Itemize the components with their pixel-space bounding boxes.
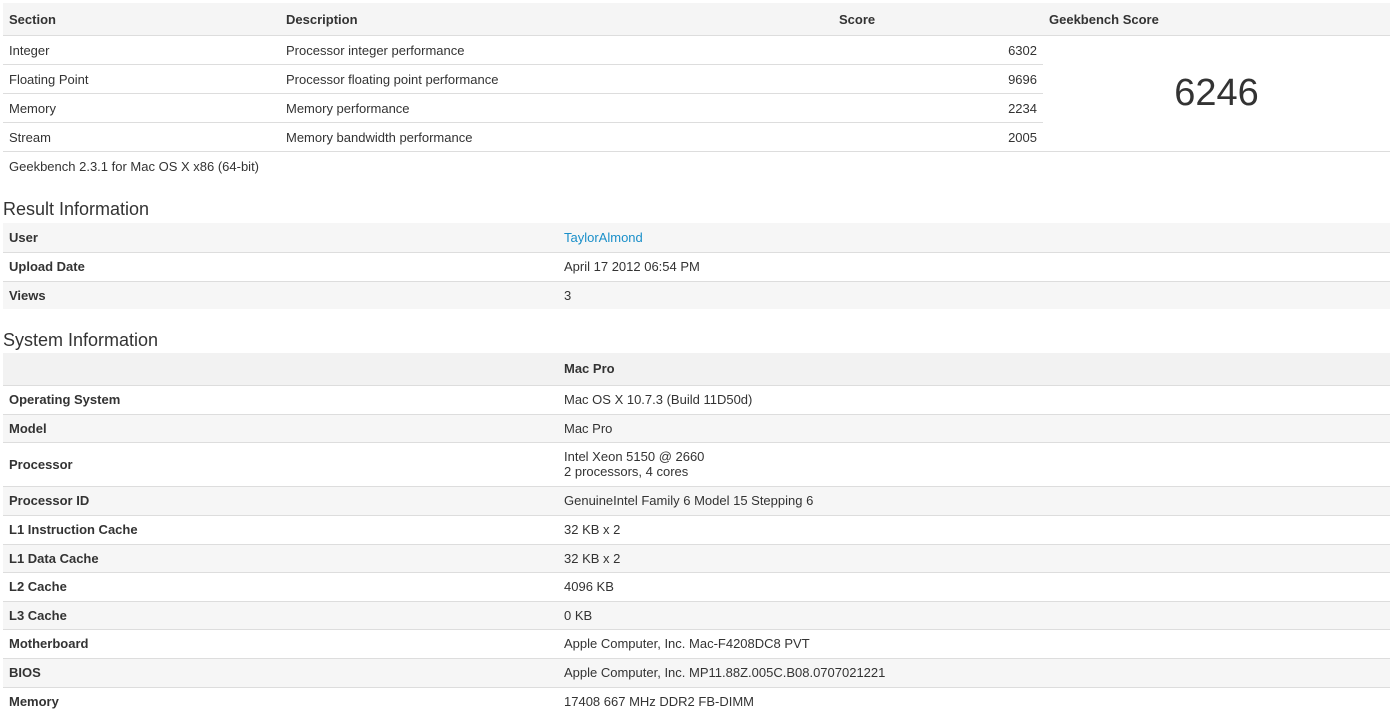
score-row-description: Processor integer performance bbox=[280, 35, 835, 65]
result-label: User bbox=[3, 223, 558, 253]
system-value: Mac Pro bbox=[558, 414, 1390, 443]
system-row: Processor Intel Xeon 5150 @ 2660 2 proce… bbox=[3, 442, 1390, 487]
system-value: 17408 667 MHz DDR2 FB-DIMM bbox=[564, 693, 754, 709]
system-label: L1 Data Cache bbox=[3, 544, 558, 573]
system-value: 0 KB bbox=[558, 601, 1390, 630]
score-row-value: 9696 bbox=[835, 64, 1043, 94]
score-row-value: 2234 bbox=[835, 93, 1043, 123]
score-row-description: Memory performance bbox=[280, 93, 835, 123]
system-value: Apple Computer, Inc. Mac-F4208DC8 PVT bbox=[558, 629, 1390, 659]
score-row-section: Memory bbox=[3, 93, 280, 123]
system-row: L3 Cache 0 KB bbox=[3, 601, 1390, 630]
geekbench-total-score: 6246 bbox=[1043, 35, 1390, 152]
score-row-value: 2005 bbox=[835, 122, 1043, 152]
system-row: BIOS Apple Computer, Inc. MP11.88Z.005C.… bbox=[3, 658, 1390, 688]
result-information-table: User TaylorAlmond Upload Date April 17 2… bbox=[3, 223, 1390, 309]
system-label: L2 Cache bbox=[3, 572, 558, 602]
processor-value: Intel Xeon 5150 @ 2660 bbox=[564, 449, 705, 464]
system-label: Processor ID bbox=[3, 486, 558, 516]
result-value: TaylorAlmond bbox=[558, 223, 1390, 253]
result-row-user: User TaylorAlmond bbox=[3, 223, 1390, 253]
system-value: 32 KB x 2 bbox=[558, 544, 1390, 573]
system-value: Mac OS X 10.7.3 (Build 11D50d) bbox=[558, 385, 1390, 415]
score-table: Section Description Score Geekbench Scor… bbox=[3, 3, 1390, 180]
system-label: Model bbox=[3, 414, 558, 443]
score-table-footer: Geekbench 2.3.1 for Mac OS X x86 (64-bit… bbox=[3, 152, 1390, 181]
system-row: L1 Instruction Cache 32 KB x 2 bbox=[3, 515, 1390, 545]
result-label: Upload Date bbox=[3, 252, 558, 282]
score-row-section: Floating Point bbox=[3, 64, 280, 94]
system-value: Apple Computer, Inc. MP11.88Z.005C.B08.0… bbox=[558, 658, 1390, 688]
system-value: Intel Xeon 5150 @ 2660 2 processors, 4 c… bbox=[558, 442, 1390, 487]
result-information-title: Result Information bbox=[3, 199, 150, 219]
result-label: Views bbox=[3, 281, 558, 309]
score-row-section: Integer bbox=[3, 35, 280, 65]
score-row: Integer Processor integer performance 63… bbox=[3, 35, 1390, 152]
system-label: Motherboard bbox=[3, 629, 558, 659]
system-value: 4096 KB bbox=[558, 572, 1390, 602]
user-link[interactable]: TaylorAlmond bbox=[564, 230, 643, 245]
score-row-description: Processor floating point performance bbox=[280, 64, 835, 94]
system-row: Operating System Mac OS X 10.7.3 (Build … bbox=[3, 385, 1390, 415]
description-header: Description bbox=[280, 3, 835, 36]
page: Section Description Score Geekbench Scor… bbox=[0, 0, 1396, 714]
system-information-table: Mac Pro Operating System Mac OS X 10.7.3… bbox=[3, 353, 1390, 714]
geekbench-version: Geekbench 2.3.1 for Mac OS X x86 (64-bit… bbox=[9, 158, 260, 174]
system-label: Memory bbox=[9, 693, 59, 709]
score-row-section: Stream bbox=[3, 122, 280, 152]
system-label: L1 Instruction Cache bbox=[3, 515, 558, 545]
system-information-title: System Information bbox=[3, 330, 159, 350]
system-row: L1 Data Cache 32 KB x 2 bbox=[3, 544, 1390, 573]
system-row: L2 Cache 4096 KB bbox=[3, 572, 1390, 602]
system-value: 32 KB x 2 bbox=[558, 515, 1390, 545]
system-label: Operating System bbox=[3, 385, 558, 415]
system-header-value: Mac Pro bbox=[558, 353, 1390, 386]
system-label: L3 Cache bbox=[3, 601, 558, 630]
processor-cores: 2 processors, 4 cores bbox=[564, 464, 689, 479]
result-value: April 17 2012 06:54 PM bbox=[558, 252, 1390, 282]
system-row: Model Mac Pro bbox=[3, 414, 1390, 443]
system-header-empty bbox=[3, 353, 558, 386]
geekbench-score-header: Geekbench Score bbox=[1043, 3, 1390, 36]
system-label: Processor bbox=[3, 442, 558, 487]
score-header: Score bbox=[835, 3, 1043, 36]
section-header: Section bbox=[3, 3, 280, 36]
system-row: Motherboard Apple Computer, Inc. Mac-F42… bbox=[3, 629, 1390, 659]
system-row: Memory 17408 667 MHz DDR2 FB-DIMM bbox=[3, 687, 1390, 714]
score-table-header: Section Description Score Geekbench Scor… bbox=[3, 3, 1390, 36]
system-header-row: Mac Pro bbox=[3, 353, 1390, 386]
system-label: BIOS bbox=[3, 658, 558, 688]
result-row-upload-date: Upload Date April 17 2012 06:54 PM bbox=[3, 252, 1390, 282]
system-value: GenuineIntel Family 6 Model 15 Stepping … bbox=[558, 486, 1390, 516]
result-value: 3 bbox=[558, 281, 1390, 309]
system-row: Processor ID GenuineIntel Family 6 Model… bbox=[3, 486, 1390, 516]
score-row-description: Memory bandwidth performance bbox=[280, 122, 835, 152]
result-row-views: Views 3 bbox=[3, 281, 1390, 309]
score-row-value: 6302 bbox=[835, 35, 1043, 65]
